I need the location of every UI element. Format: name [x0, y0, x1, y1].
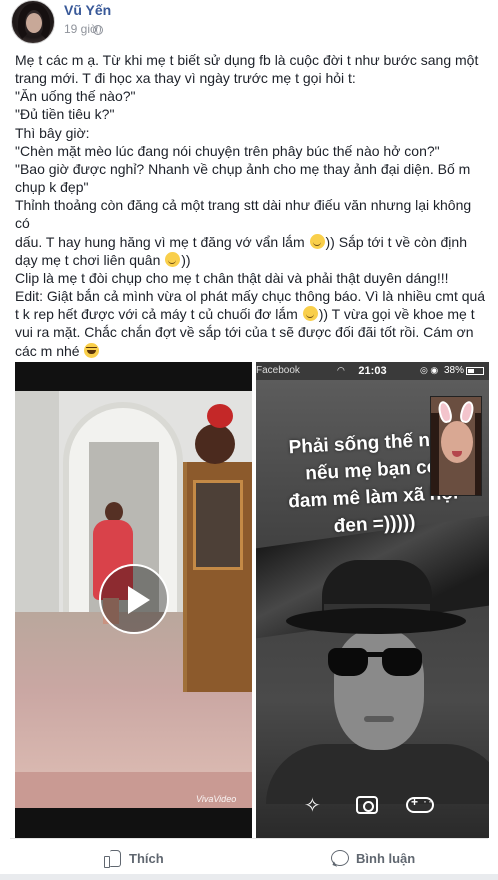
camera-icon[interactable]	[356, 796, 378, 814]
post-line: vui ra mặt. Chắc chắn đợt về sắp tới của…	[15, 324, 474, 341]
thumbs-up-icon	[104, 849, 122, 868]
post-line-text: các m nhé	[15, 342, 80, 359]
photo-thumbnail[interactable]: Phải sống thế nào nếu mẹ bạn có đam mê l…	[256, 362, 489, 838]
post-line-text: )) T vừa gọi về khoe mẹ t	[318, 306, 475, 323]
smile-emoji-icon	[302, 306, 318, 322]
comment-label: Bình luận	[356, 850, 416, 866]
cabinet-glass	[193, 480, 243, 570]
phone-status-bar: Facebook ◠ 21:03 ◎ ◉ 38%	[256, 362, 489, 380]
video-scene-cabinet	[183, 404, 252, 692]
hat-brim	[286, 608, 466, 634]
post-line: "Đủ tiền tiêu k?"	[15, 106, 115, 123]
smile-emoji-icon	[309, 233, 325, 249]
post-bottom-border	[0, 874, 498, 880]
phone-camera-toolbar: ✧	[256, 787, 489, 827]
author-avatar[interactable]	[11, 0, 55, 44]
man-mouth	[364, 716, 394, 722]
post-line: "Ăn uống thế nào?"	[15, 88, 136, 105]
post-line: "Chèn mặt mèo lúc đang nói chuyện trên p…	[15, 142, 440, 159]
post-line: Thỉnh thoảng còn đăng cả một trang stt d…	[15, 197, 476, 232]
post-line: dấu. T hay hung hăng vì mẹ t đăng vớ vẩn…	[15, 233, 487, 251]
sunglasses-right-lens	[382, 648, 422, 676]
video-thumbnail[interactable]: VivaVideo	[15, 362, 252, 838]
post-line: Mẹ t các m ạ. Từ khi mẹ t biết sử dụng f…	[15, 52, 479, 68]
location-alarm-icon: ◎ ◉	[420, 365, 439, 375]
battery-percent: 38%	[444, 365, 465, 376]
laughing-emoji-icon	[84, 342, 100, 358]
sunglasses-bridge	[366, 652, 384, 657]
globe-icon	[93, 25, 103, 35]
smile-emoji-icon	[165, 251, 181, 267]
video-watermark: VivaVideo	[196, 794, 237, 804]
battery-icon	[466, 367, 484, 375]
post-line: t k rep hết được với cả máy t củ chuối đ…	[15, 305, 487, 323]
flower	[207, 404, 233, 428]
avatar-face	[26, 13, 42, 33]
sparkle-icon[interactable]: ✧	[304, 795, 326, 817]
post-line: dạy mẹ t chơi liên quân ))	[15, 251, 487, 269]
post-line: chụp k đẹp"	[15, 179, 89, 196]
person-head	[105, 502, 123, 522]
selfie-preview	[430, 396, 482, 496]
speech-bubble-icon	[331, 850, 349, 866]
post-line-text: dấu. T hay hung hăng vì mẹ t đăng vớ vẩn…	[15, 233, 305, 250]
post-line: Thì bây giờ:	[15, 124, 90, 141]
gamepad-icon[interactable]	[406, 794, 434, 813]
play-icon[interactable]	[99, 564, 169, 634]
comment-button[interactable]: Bình luận	[331, 846, 415, 870]
like-button[interactable]: Thích	[104, 846, 164, 870]
post-header: Vũ Yến 19 giờ	[0, 0, 498, 44]
post-line-text: t k rep hết được với cả máy t củ chuối đ…	[15, 306, 298, 323]
post-line: trang mới. T đi học xa thay vì ngày trướ…	[15, 70, 356, 87]
like-label: Thích	[129, 850, 164, 866]
post-line-text: ))	[181, 251, 191, 268]
post-line-text: )) Sắp tới t về còn định	[325, 233, 467, 250]
post-line: Clip là mẹ t đòi chụp cho mẹ t chân thật…	[15, 269, 449, 286]
sunglasses-left-lens	[328, 648, 368, 676]
footer-divider	[10, 838, 488, 839]
man-with-hat	[266, 548, 489, 804]
flower-pot	[195, 424, 235, 464]
author-name[interactable]: Vũ Yến	[64, 2, 111, 18]
post-text: Mẹ t các m ạ. Từ khi mẹ t biết sử dụng f…	[15, 51, 487, 360]
post-line: các m nhé	[15, 342, 487, 360]
video-letterbox-bottom	[15, 808, 252, 838]
video-letterbox-top	[15, 362, 252, 391]
post-line-text: dạy mẹ t chơi liên quân	[15, 251, 161, 268]
post-line: "Bao giờ được nghỉ? Nhanh về chụp ảnh ch…	[15, 160, 471, 177]
post-line: Edit: Giật bắn cả mình vừa ol phát mấy c…	[15, 288, 486, 305]
